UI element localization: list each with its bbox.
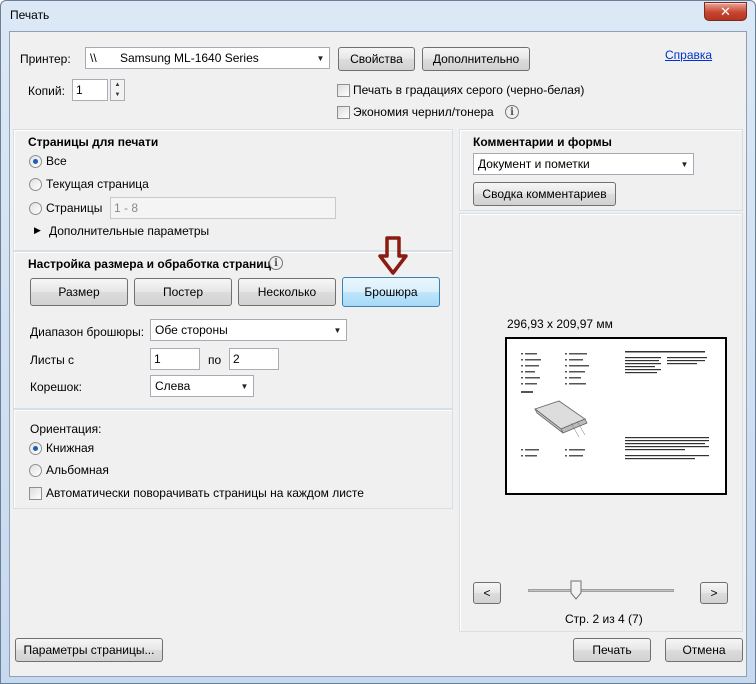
copies-input[interactable]: 1 xyxy=(72,79,108,101)
page-setup-button[interactable]: Параметры страницы... xyxy=(15,638,163,662)
copies-stepper[interactable]: ▲ ▼ xyxy=(110,79,125,101)
expand-arrow-icon[interactable]: ▶ xyxy=(34,225,41,236)
page-preview xyxy=(505,337,727,495)
binding-label: Корешок: xyxy=(30,380,82,394)
tab-booklet[interactable]: Брошюра xyxy=(342,277,440,307)
orientation-title: Ориентация: xyxy=(30,422,102,436)
comments-value: Документ и пометки xyxy=(478,157,590,171)
next-page-button[interactable]: > xyxy=(700,582,728,604)
booklet-range-select[interactable]: Обе стороны ▼ xyxy=(150,319,347,341)
pages-range-input[interactable]: 1 - 8 xyxy=(110,197,336,219)
landscape-radio[interactable] xyxy=(29,464,42,477)
cancel-button[interactable]: Отмена xyxy=(665,638,743,662)
page-slider-track[interactable] xyxy=(528,589,674,592)
auto-rotate-checkbox[interactable] xyxy=(29,487,42,500)
sheets-from-label: Листы с xyxy=(30,353,75,367)
chevron-left-icon: < xyxy=(483,586,491,600)
booklet-range-label: Диапазон брошюры: xyxy=(30,325,145,339)
sizing-title: Настройка размера и обработка страниц xyxy=(28,257,271,271)
booklet-range-value: Обе стороны xyxy=(155,323,228,337)
save-ink-label: Экономия чернил/тонера xyxy=(353,105,494,119)
sheets-to-label: по xyxy=(208,353,222,367)
info-icon[interactable]: i xyxy=(269,256,283,270)
save-ink-checkbox[interactable] xyxy=(337,106,350,119)
sheets-to-input[interactable]: 2 xyxy=(229,348,279,370)
pointer-arrow-icon xyxy=(378,236,408,275)
tab-multiple[interactable]: Несколько xyxy=(238,278,336,306)
chevron-down-icon: ▼ xyxy=(316,53,325,63)
close-button[interactable]: ✕ xyxy=(704,2,747,21)
more-options-label[interactable]: Дополнительные параметры xyxy=(49,224,209,238)
pages-range-label: Страницы xyxy=(46,201,103,215)
printer-select[interactable]: \\ Samsung ML-1640 Series ▼ xyxy=(85,47,330,69)
pages-current-label: Текущая страница xyxy=(46,177,149,191)
chevron-down-icon: ▼ xyxy=(240,381,249,391)
print-dialog: Печать ✕ Принтер: \\ Samsung ML-1640 Ser… xyxy=(0,0,756,684)
title-bar: Печать ✕ xyxy=(1,1,755,31)
booklet-preview-image xyxy=(521,351,709,460)
pages-title: Страницы для печати xyxy=(28,135,159,149)
pages-range-radio[interactable] xyxy=(29,202,42,215)
window-title: Печать xyxy=(10,8,50,22)
chevron-down-icon: ▼ xyxy=(680,159,689,169)
advanced-button[interactable]: Дополнительно xyxy=(422,47,530,71)
binding-value: Слева xyxy=(155,379,191,393)
pages-current-radio[interactable] xyxy=(29,178,42,191)
printer-value: \\ Samsung ML-1640 Series xyxy=(90,51,259,65)
portrait-label: Книжная xyxy=(46,441,95,455)
print-button[interactable]: Печать xyxy=(573,638,651,662)
pages-all-label: Все xyxy=(46,154,67,168)
stepper-up-icon[interactable]: ▲ xyxy=(111,80,124,90)
info-icon[interactable]: i xyxy=(505,105,519,119)
help-link[interactable]: Справка xyxy=(665,48,712,62)
copies-label: Копий: xyxy=(28,84,65,98)
portrait-radio[interactable] xyxy=(29,442,42,455)
close-icon: ✕ xyxy=(720,3,731,19)
page-info: Стр. 2 из 4 (7) xyxy=(565,612,643,626)
binding-select[interactable]: Слева ▼ xyxy=(150,375,254,397)
sheets-from-input[interactable]: 1 xyxy=(150,348,200,370)
printer-label: Принтер: xyxy=(20,52,71,66)
grayscale-checkbox[interactable] xyxy=(337,84,350,97)
comments-select[interactable]: Документ и пометки ▼ xyxy=(473,153,694,175)
properties-button[interactable]: Свойства xyxy=(338,47,415,71)
stepper-down-icon[interactable]: ▼ xyxy=(111,90,124,100)
comments-title: Комментарии и формы xyxy=(473,135,612,149)
tab-size[interactable]: Размер xyxy=(30,278,128,306)
comments-summary-button[interactable]: Сводка комментариев xyxy=(473,182,616,206)
dialog-body: Принтер: \\ Samsung ML-1640 Series ▼ Сво… xyxy=(9,31,747,677)
prev-page-button[interactable]: < xyxy=(473,582,501,604)
grayscale-label: Печать в градациях серого (черно-белая) xyxy=(353,83,585,97)
tab-poster[interactable]: Постер xyxy=(134,278,232,306)
auto-rotate-label: Автоматически поворачивать страницы на к… xyxy=(46,486,364,500)
chevron-right-icon: > xyxy=(710,586,718,600)
pages-all-radio[interactable] xyxy=(29,155,42,168)
chevron-down-icon: ▼ xyxy=(333,325,342,335)
page-slider-thumb[interactable] xyxy=(570,580,582,600)
landscape-label: Альбомная xyxy=(46,463,109,477)
paper-size-label: 296,93 x 209,97 мм xyxy=(507,317,613,331)
